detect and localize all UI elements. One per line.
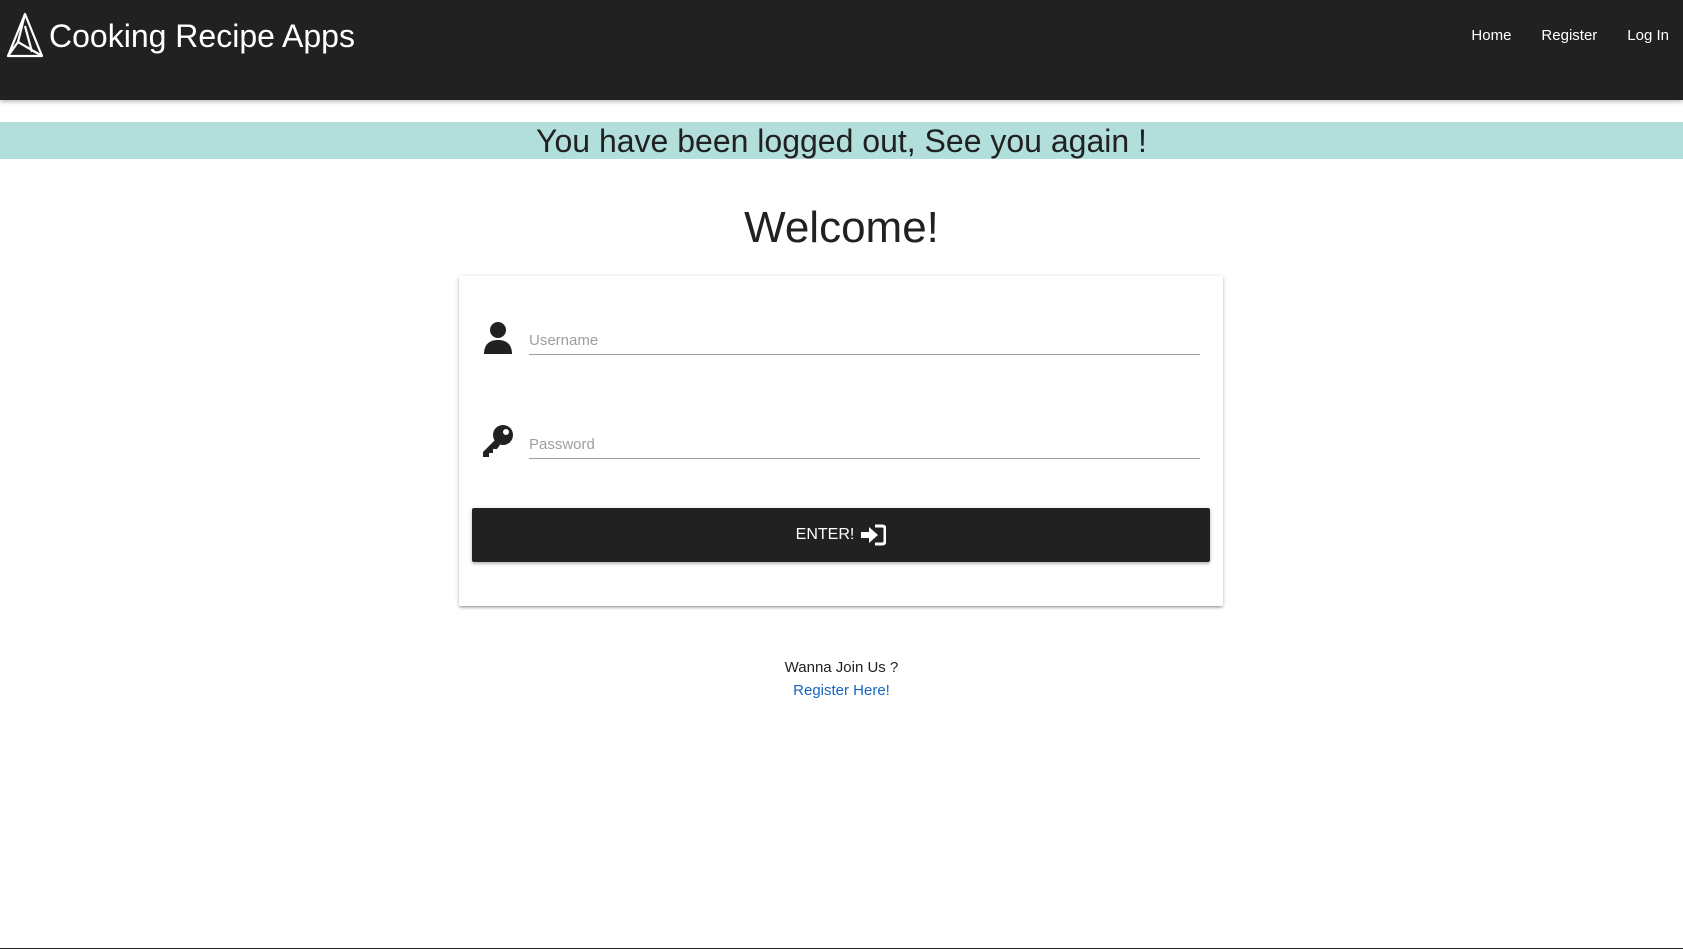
nav-home-link[interactable]: Home [1471,27,1511,44]
triangle-logo-icon [6,12,44,60]
nav-login-link[interactable]: Log In [1627,27,1669,44]
sign-in-icon [860,524,887,546]
password-row [481,420,1201,468]
page: Cooking Recipe Apps Home Register Log In… [0,0,1683,949]
logout-flash-message: You have been logged out, See you again … [0,122,1683,159]
top-nav: Home Register Log In [1471,0,1683,70]
password-input[interactable] [529,430,1200,459]
brand-title: Cooking Recipe Apps [49,17,355,54]
enter-button-label: ENTER! [795,526,855,543]
welcome-heading: Welcome! [744,203,939,252]
key-icon [481,424,515,458]
join-section: Wanna Join Us ? Register Here! [0,656,1683,702]
nav-register-link[interactable]: Register [1541,27,1597,44]
username-row [481,316,1201,364]
username-input[interactable] [529,326,1200,355]
brand-link[interactable]: Cooking Recipe Apps [6,12,355,60]
join-prompt: Wanna Join Us ? [784,659,899,676]
login-card: ENTER! [459,276,1223,606]
enter-button[interactable]: ENTER! [472,508,1210,562]
navbar: Cooking Recipe Apps Home Register Log In [0,0,1683,100]
user-icon [481,320,515,354]
register-here-link[interactable]: Register Here! [793,679,890,702]
